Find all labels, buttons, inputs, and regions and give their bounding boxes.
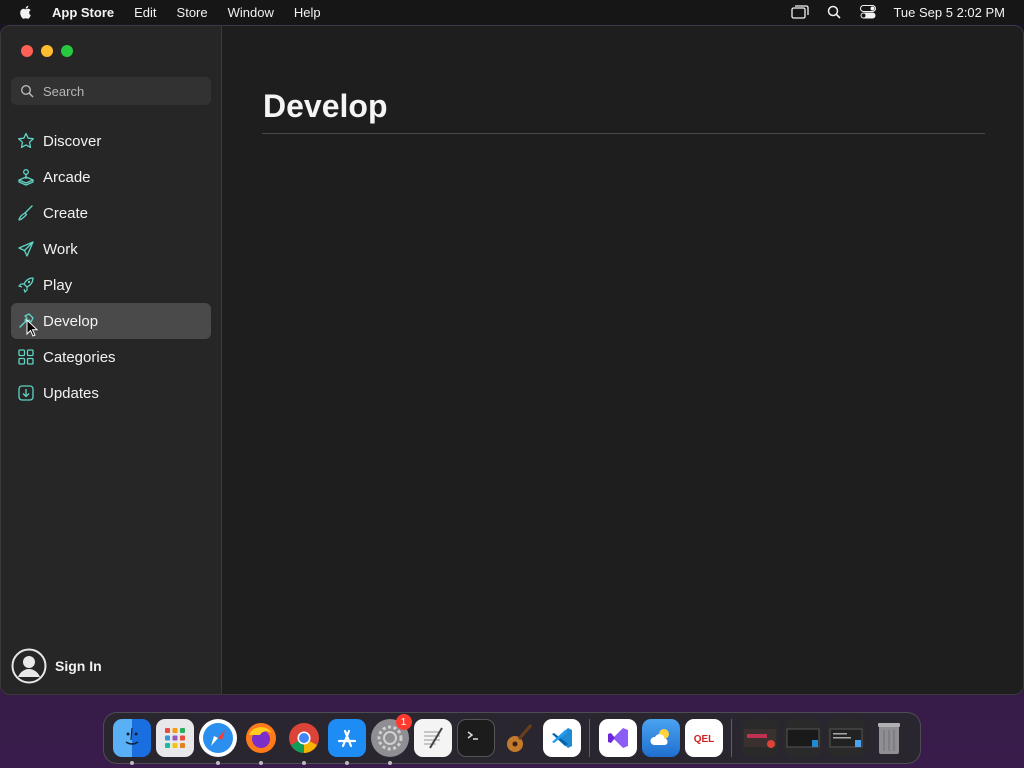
rocket-icon xyxy=(17,276,35,294)
sidebar-item-updates[interactable]: Updates xyxy=(11,375,211,411)
sidebar: Search Discover Arcade Create Work Play … xyxy=(1,26,222,694)
dock-garageband[interactable] xyxy=(500,719,538,757)
running-indicator xyxy=(215,761,220,765)
sidebar-item-develop[interactable]: Develop xyxy=(11,303,211,339)
trash-icon xyxy=(877,723,900,754)
running-indicator xyxy=(129,761,134,765)
app-store-window: Search Discover Arcade Create Work Play … xyxy=(0,25,1024,695)
sidebar-item-label: Develop xyxy=(43,312,99,330)
sidebar-item-label: Arcade xyxy=(43,168,91,186)
firefox-icon xyxy=(245,723,276,753)
menu-store[interactable]: Store xyxy=(177,5,208,20)
spotlight-search-icon[interactable] xyxy=(825,4,843,20)
weather-icon xyxy=(649,729,669,745)
mouse-pointer-icon xyxy=(26,319,39,337)
dock-qel[interactable]: QEL xyxy=(684,719,723,757)
window-controls xyxy=(21,45,73,57)
dock-minimized-window-2[interactable] xyxy=(783,719,822,757)
grid-icon xyxy=(17,348,35,366)
dock-chrome[interactable] xyxy=(285,719,323,765)
title-divider xyxy=(262,133,985,134)
launchpad-icon xyxy=(164,728,185,748)
sidebar-item-work[interactable]: Work xyxy=(11,231,211,267)
running-indicator xyxy=(301,761,306,765)
sign-in-label: Sign In xyxy=(55,658,102,674)
menu-clock[interactable]: Tue Sep 5 2:02 PM xyxy=(893,5,1005,20)
dock-finder[interactable] xyxy=(112,719,151,765)
window-thumbnail-icon xyxy=(829,728,862,748)
running-indicator xyxy=(258,761,263,765)
terminal-icon xyxy=(467,731,478,740)
sidebar-item-label: Discover xyxy=(43,132,102,150)
menu-window[interactable]: Window xyxy=(228,5,274,20)
chrome-icon xyxy=(288,723,319,753)
vscode-icon xyxy=(551,728,572,748)
dock-vscode[interactable] xyxy=(542,719,581,757)
menu-app-name[interactable]: App Store xyxy=(52,5,114,20)
sidebar-item-create[interactable]: Create xyxy=(11,195,211,231)
qel-logo-icon: QEL xyxy=(693,734,714,745)
search-icon xyxy=(20,84,34,98)
menu-help[interactable]: Help xyxy=(294,5,321,20)
dock-app-store[interactable] xyxy=(327,719,366,765)
close-button[interactable] xyxy=(21,45,33,57)
sidebar-item-discover[interactable]: Discover xyxy=(11,123,211,159)
sign-in-button[interactable]: Sign In xyxy=(11,648,102,684)
minimize-button[interactable] xyxy=(41,45,53,57)
sidebar-item-label: Create xyxy=(43,204,89,222)
dock-separator xyxy=(731,719,732,757)
dock-minimized-window-1[interactable] xyxy=(740,719,779,757)
menu-bar: App Store Edit Store Window Help Tue Sep… xyxy=(0,0,1024,24)
running-indicator xyxy=(387,761,392,765)
sidebar-nav: Discover Arcade Create Work Play Develop… xyxy=(11,123,211,411)
sidebar-item-label: Updates xyxy=(43,384,99,402)
joystick-icon xyxy=(17,168,35,186)
apple-logo-icon[interactable] xyxy=(18,4,34,20)
download-icon xyxy=(17,384,35,402)
svg-text:QEL: QEL xyxy=(693,734,714,745)
dock-terminal[interactable] xyxy=(456,719,495,757)
sidebar-item-label: Play xyxy=(43,276,73,294)
dock-visual-studio[interactable] xyxy=(598,719,637,757)
dock-trash[interactable] xyxy=(870,719,908,757)
main-content: Develop xyxy=(223,26,1023,694)
dock-weather[interactable] xyxy=(641,719,680,757)
dock: 1 QEL xyxy=(103,712,921,765)
visual-studio-icon xyxy=(607,728,628,748)
notification-badge: 1 xyxy=(395,714,412,730)
dock-system-settings[interactable]: 1 xyxy=(370,714,412,765)
dock-separator xyxy=(589,719,590,757)
sidebar-item-label: Work xyxy=(43,240,78,258)
search-input[interactable]: Search xyxy=(11,77,211,105)
running-indicator xyxy=(344,761,349,765)
page-title: Develop xyxy=(263,88,388,124)
avatar-icon xyxy=(11,648,47,684)
dock-minimized-window-3[interactable] xyxy=(826,719,865,757)
search-placeholder: Search xyxy=(43,83,85,99)
display-mirroring-icon[interactable] xyxy=(791,4,810,20)
sidebar-item-play[interactable]: Play xyxy=(11,267,211,303)
window-thumbnail-icon xyxy=(786,728,819,748)
dock-textedit[interactable] xyxy=(413,719,452,757)
control-center-icon[interactable] xyxy=(859,4,877,20)
brush-icon xyxy=(17,204,35,222)
sidebar-item-categories[interactable]: Categories xyxy=(11,339,211,375)
dock-safari[interactable] xyxy=(198,719,237,765)
finder-icon xyxy=(125,727,138,745)
menu-edit[interactable]: Edit xyxy=(134,5,156,20)
sidebar-item-label: Categories xyxy=(43,348,116,366)
safari-compass-icon xyxy=(202,723,233,753)
sidebar-item-arcade[interactable]: Arcade xyxy=(11,159,211,195)
dock-launchpad[interactable] xyxy=(155,719,194,757)
window-thumbnail-icon xyxy=(743,729,776,748)
app-store-icon xyxy=(337,729,356,748)
dock-firefox[interactable] xyxy=(242,719,280,765)
textedit-icon xyxy=(423,727,443,749)
star-icon xyxy=(17,132,35,150)
paperplane-icon xyxy=(17,240,35,258)
guitar-icon xyxy=(506,724,532,752)
zoom-button[interactable] xyxy=(61,45,73,57)
